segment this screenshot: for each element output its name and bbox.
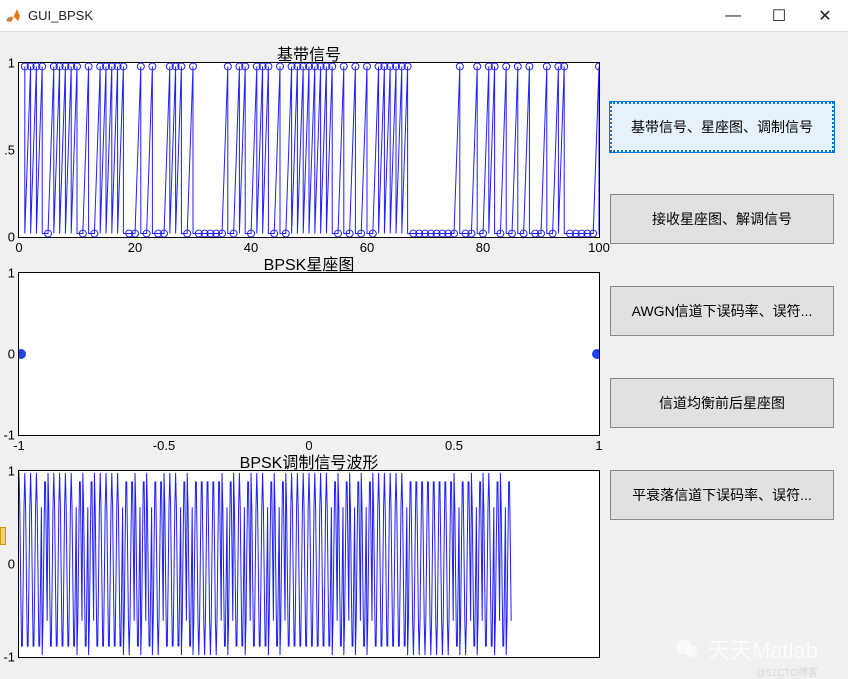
button-panel: 基带信号、星座图、调制信号 接收星座图、解调信号 AWGN信道下误码率、误符..…: [610, 102, 834, 520]
chart-title: 基带信号: [19, 41, 599, 65]
watermark-sub: @51CTO博客: [756, 664, 818, 679]
ytick: 0: [0, 557, 15, 572]
flat-fading-ber-button[interactable]: 平衰落信道下误码率、误符...: [610, 470, 834, 520]
matlab-icon: [4, 7, 22, 25]
ytick: 1: [0, 266, 15, 281]
minimize-button[interactable]: —: [710, 0, 756, 32]
decoration-stripe: [0, 527, 6, 545]
ytick: 1: [0, 464, 15, 479]
ytick: .5: [0, 143, 15, 158]
ytick: 0: [0, 230, 15, 245]
receive-constellation-button[interactable]: 接收星座图、解调信号: [610, 194, 834, 244]
chart-title: BPSK星座图: [19, 251, 599, 275]
maximize-button[interactable]: ☐: [756, 0, 802, 32]
watermark: 天天Matlab: [674, 633, 818, 665]
baseband-button[interactable]: 基带信号、星座图、调制信号: [610, 102, 834, 152]
equalize-constellation-button[interactable]: 信道均衡前后星座图: [610, 378, 834, 428]
chart-title: BPSK调制信号波形: [19, 449, 599, 473]
watermark-text: 天天Matlab: [708, 633, 818, 665]
ytick: 0: [0, 347, 15, 362]
window-title: GUI_BPSK: [28, 8, 710, 23]
axes-baseband: 基带信号 1 .5 0 0 20 40 60 80 100: [18, 62, 600, 238]
wechat-icon: [674, 636, 700, 662]
axes-modulated: BPSK调制信号波形 1 0 -1: [18, 470, 600, 658]
ytick: -1: [0, 650, 15, 665]
ytick: 1: [0, 56, 15, 71]
close-button[interactable]: ✕: [802, 0, 848, 32]
axes-constellation: BPSK星座图 1 0 -1 -1 -0.5 0 0.5 1: [18, 272, 600, 436]
awgn-ber-button[interactable]: AWGN信道下误码率、误符...: [610, 286, 834, 336]
titlebar: GUI_BPSK — ☐ ✕: [0, 0, 848, 32]
client-area: 基带信号 1 .5 0 0 20 40 60 80 100 BPSK星座图 1 …: [0, 32, 848, 679]
plots-column: 基带信号 1 .5 0 0 20 40 60 80 100 BPSK星座图 1 …: [0, 40, 600, 660]
